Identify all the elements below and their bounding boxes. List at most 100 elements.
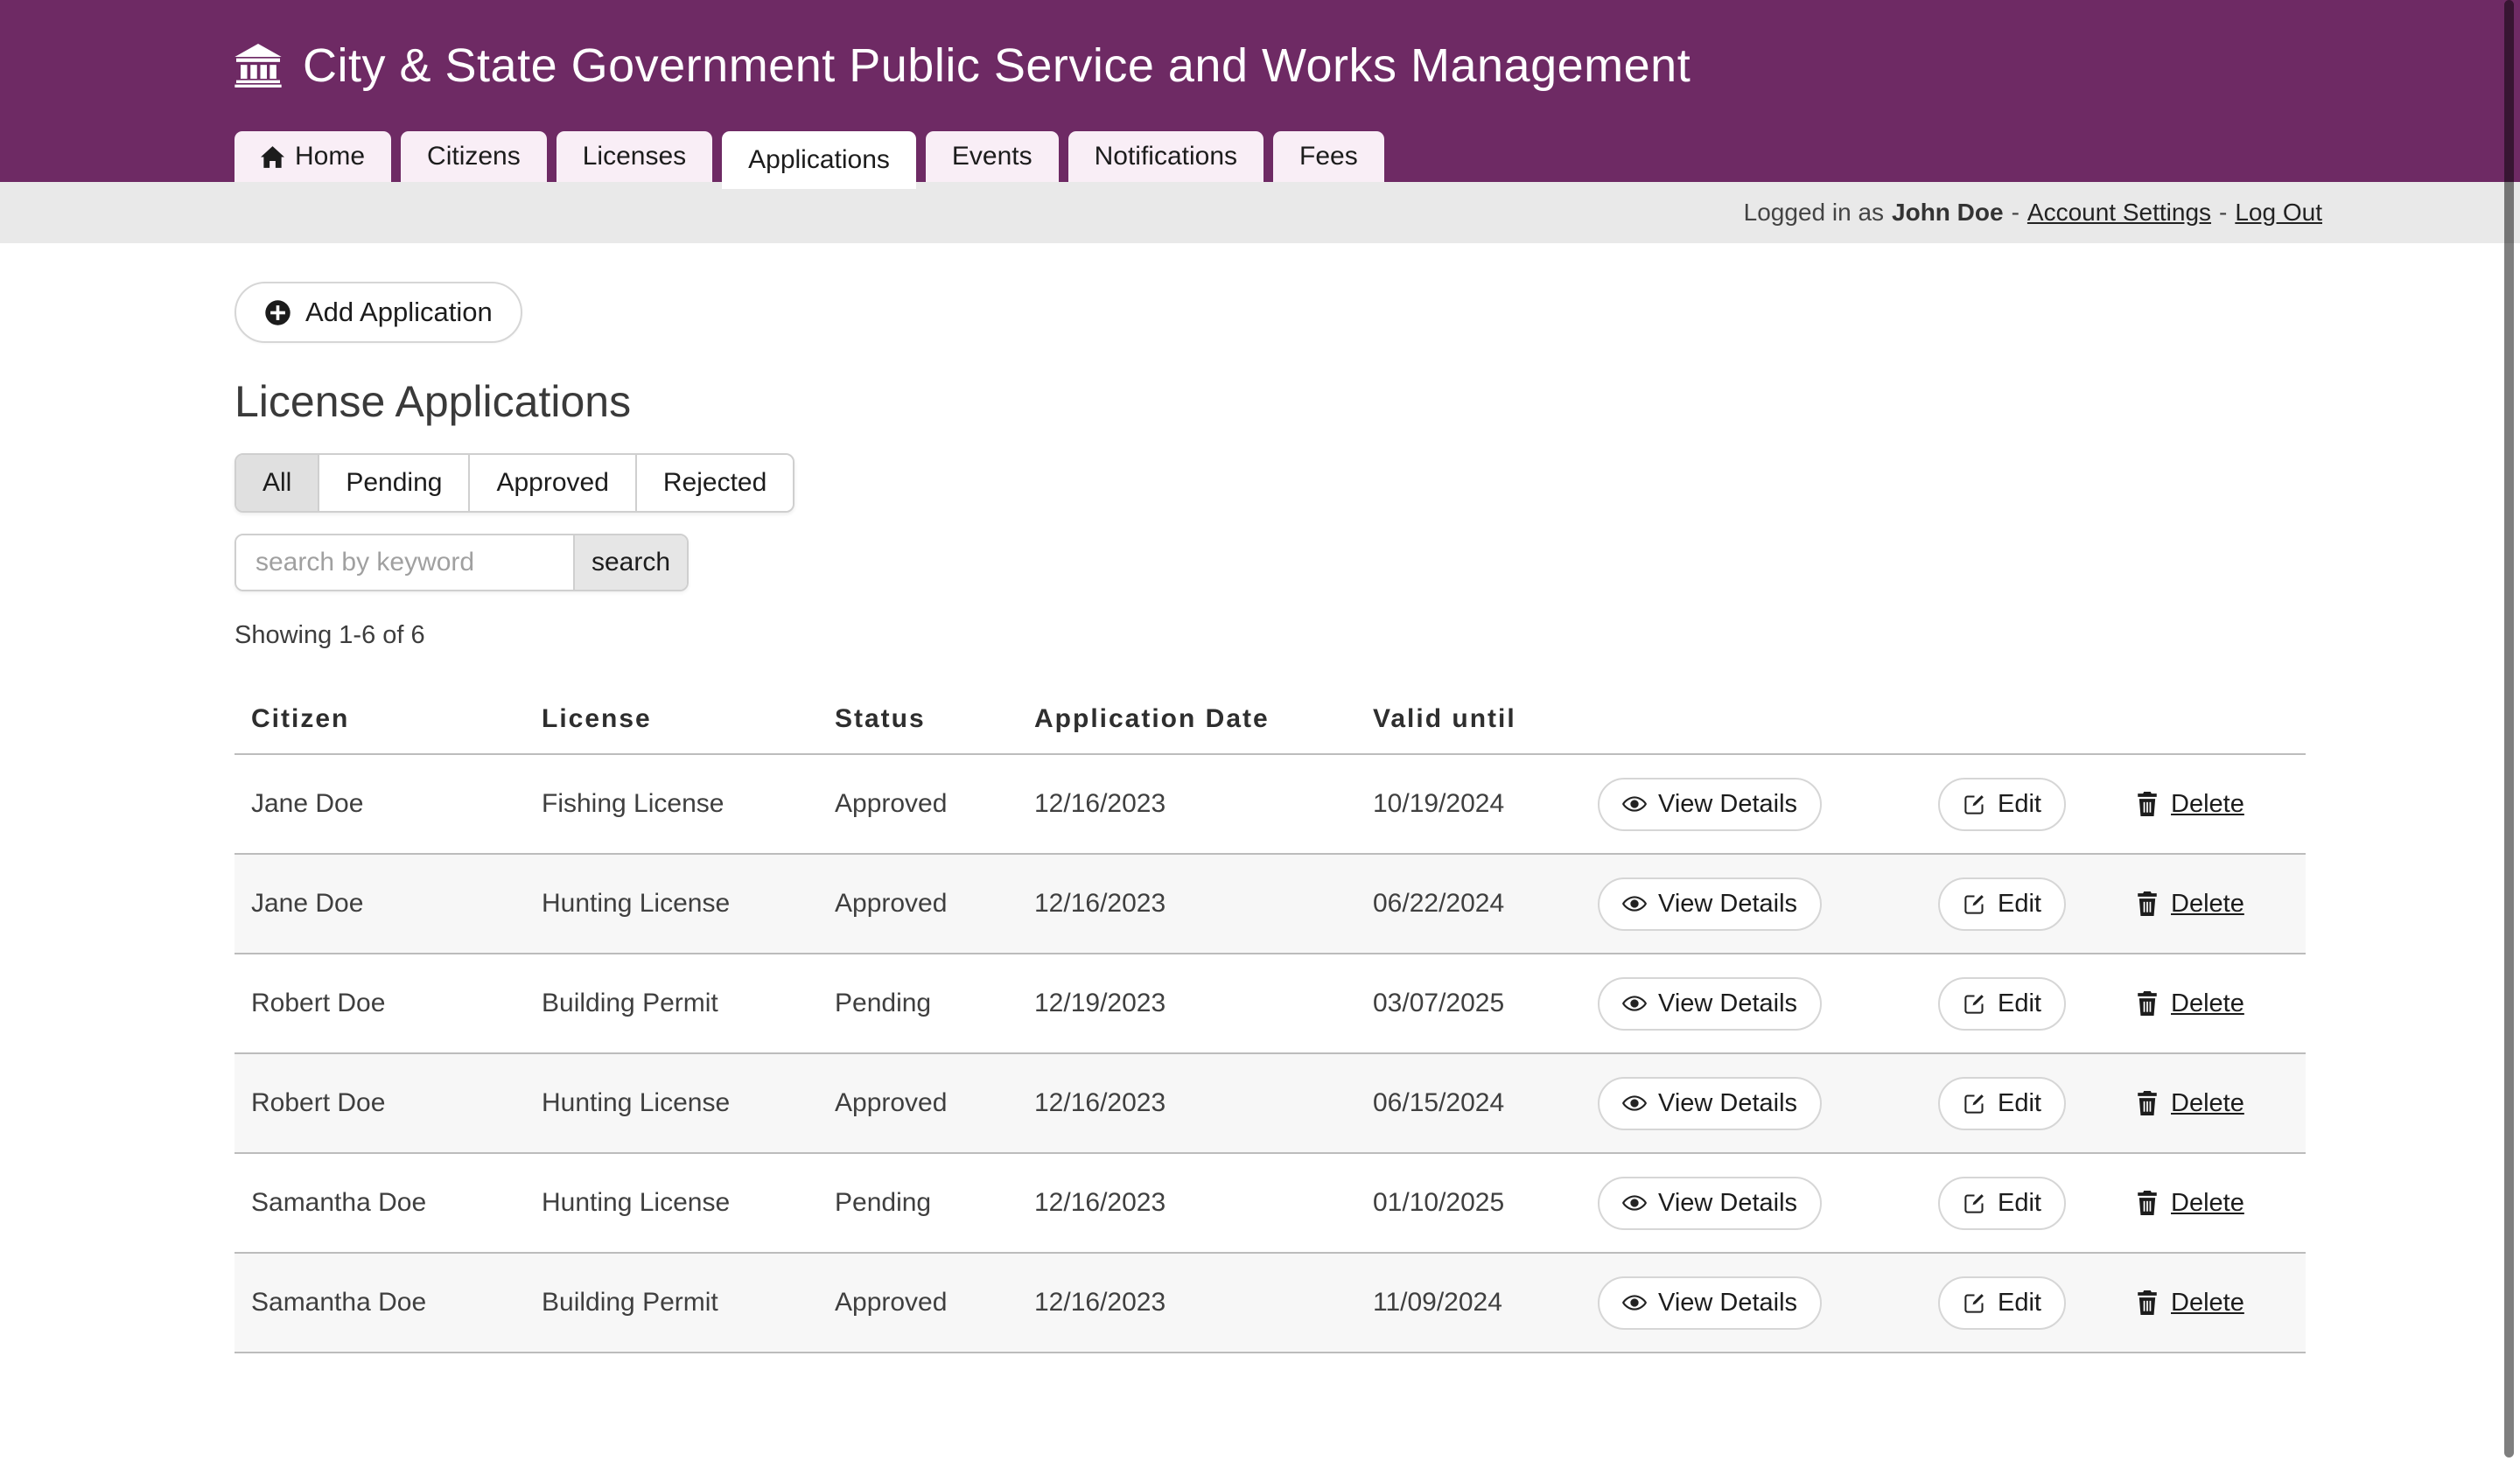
- cell-valid-until: 06/15/2024: [1356, 1088, 1581, 1118]
- cell-citizen: Robert Doe: [234, 989, 525, 1018]
- delete-link[interactable]: Delete: [2171, 1089, 2244, 1118]
- brand: City & State Government Public Service a…: [0, 0, 2520, 131]
- view-details-button[interactable]: View Details: [1598, 1276, 1822, 1330]
- cell-license: Hunting License: [525, 889, 818, 919]
- search-input[interactable]: [236, 535, 573, 590]
- cell-valid-until: 01/10/2025: [1356, 1188, 1581, 1218]
- cell-license: Building Permit: [525, 1288, 818, 1318]
- edit-icon: [1963, 1192, 1986, 1215]
- logged-in-user: John Doe: [1892, 199, 2004, 227]
- cell-citizen: Jane Doe: [234, 889, 525, 919]
- cell-valid-until: 11/09/2024: [1356, 1288, 1581, 1318]
- trash-icon: [2136, 1191, 2159, 1215]
- trash-icon: [2136, 991, 2159, 1016]
- view-details-button[interactable]: View Details: [1598, 1077, 1822, 1130]
- filter-all[interactable]: All: [236, 455, 319, 511]
- status-filter-group: All Pending Approved Rejected: [234, 453, 794, 513]
- app-header: City & State Government Public Service a…: [0, 0, 2520, 182]
- cell-license: Fishing License: [525, 789, 818, 819]
- col-header-status: Status: [818, 704, 1018, 734]
- table-row: Robert Doe Building Permit Pending 12/19…: [234, 954, 2306, 1054]
- delete-link[interactable]: Delete: [2171, 890, 2244, 919]
- search-button[interactable]: search: [573, 535, 687, 590]
- cell-license: Hunting License: [525, 1088, 818, 1118]
- view-details-button[interactable]: View Details: [1598, 778, 1822, 831]
- separator: -: [2219, 199, 2227, 227]
- cell-valid-until: 03/07/2025: [1356, 989, 1581, 1018]
- scrollbar-thumb[interactable]: [2504, 0, 2514, 1458]
- delete-link[interactable]: Delete: [2171, 1189, 2244, 1218]
- table-row: Samantha Doe Hunting License Pending 12/…: [234, 1154, 2306, 1254]
- nav-tab-home[interactable]: Home: [234, 131, 391, 182]
- cell-application-date: 12/16/2023: [1018, 789, 1356, 819]
- cell-citizen: Jane Doe: [234, 789, 525, 819]
- col-header-citizen: Citizen: [234, 704, 525, 734]
- trash-icon: [2136, 1290, 2159, 1315]
- main-navigation: Home Citizens Licenses Applications Even…: [234, 131, 1384, 182]
- table-row: Jane Doe Hunting License Approved 12/16/…: [234, 855, 2306, 954]
- nav-tab-fees[interactable]: Fees: [1273, 131, 1384, 182]
- log-out-link[interactable]: Log Out: [2235, 199, 2322, 227]
- cell-license: Hunting License: [525, 1188, 818, 1218]
- trash-icon: [2136, 1091, 2159, 1115]
- cell-application-date: 12/16/2023: [1018, 1288, 1356, 1318]
- eye-icon: [1622, 792, 1647, 816]
- add-application-button[interactable]: Add Application: [234, 282, 522, 343]
- col-header-valid-until: Valid until: [1356, 704, 1581, 734]
- nav-tab-licenses[interactable]: Licenses: [556, 131, 712, 182]
- main-content: Add Application License Applications All…: [0, 243, 2306, 1353]
- filter-approved[interactable]: Approved: [470, 455, 636, 511]
- plus-circle-icon: [264, 299, 291, 326]
- cell-status: Pending: [818, 989, 1018, 1018]
- nav-tab-events[interactable]: Events: [926, 131, 1059, 182]
- col-header-license: License: [525, 704, 818, 734]
- nav-tab-applications[interactable]: Applications: [722, 131, 916, 189]
- bank-icon: [234, 44, 282, 87]
- eye-icon: [1622, 991, 1647, 1016]
- edit-button[interactable]: Edit: [1938, 1077, 2066, 1130]
- cell-license: Building Permit: [525, 989, 818, 1018]
- nav-tab-citizens[interactable]: Citizens: [401, 131, 547, 182]
- edit-button[interactable]: Edit: [1938, 877, 2066, 931]
- view-details-button[interactable]: View Details: [1598, 877, 1822, 931]
- cell-citizen: Robert Doe: [234, 1088, 525, 1118]
- cell-valid-until: 06/22/2024: [1356, 889, 1581, 919]
- delete-link[interactable]: Delete: [2171, 1289, 2244, 1318]
- cell-citizen: Samantha Doe: [234, 1288, 525, 1318]
- cell-status: Approved: [818, 1088, 1018, 1118]
- filter-rejected[interactable]: Rejected: [637, 455, 793, 511]
- view-details-button[interactable]: View Details: [1598, 977, 1822, 1031]
- trash-icon: [2136, 891, 2159, 916]
- separator: -: [2012, 199, 2020, 227]
- edit-button[interactable]: Edit: [1938, 1276, 2066, 1330]
- cell-status: Approved: [818, 1288, 1018, 1318]
- edit-button[interactable]: Edit: [1938, 778, 2066, 831]
- table-row: Samantha Doe Building Permit Approved 12…: [234, 1254, 2306, 1353]
- edit-icon: [1963, 892, 1986, 916]
- cell-application-date: 12/16/2023: [1018, 1188, 1356, 1218]
- cell-application-date: 12/16/2023: [1018, 1088, 1356, 1118]
- edit-icon: [1963, 992, 1986, 1016]
- home-icon: [261, 146, 284, 168]
- view-details-button[interactable]: View Details: [1598, 1177, 1822, 1230]
- edit-icon: [1963, 1092, 1986, 1115]
- logged-in-prefix: Logged in as: [1744, 199, 1884, 227]
- eye-icon: [1622, 1091, 1647, 1115]
- cell-valid-until: 10/19/2024: [1356, 789, 1581, 819]
- applications-table: Citizen License Status Application Date …: [234, 685, 2306, 1353]
- eye-icon: [1622, 891, 1647, 916]
- table-header-row: Citizen License Status Application Date …: [234, 685, 2306, 755]
- edit-icon: [1963, 1291, 1986, 1315]
- cell-application-date: 12/16/2023: [1018, 889, 1356, 919]
- nav-tab-notifications[interactable]: Notifications: [1068, 131, 1264, 182]
- eye-icon: [1622, 1191, 1647, 1215]
- cell-status: Approved: [818, 889, 1018, 919]
- page-title: License Applications: [234, 376, 2306, 427]
- cell-status: Approved: [818, 789, 1018, 819]
- account-settings-link[interactable]: Account Settings: [2027, 199, 2211, 227]
- edit-button[interactable]: Edit: [1938, 977, 2066, 1031]
- delete-link[interactable]: Delete: [2171, 989, 2244, 1018]
- delete-link[interactable]: Delete: [2171, 790, 2244, 819]
- edit-button[interactable]: Edit: [1938, 1177, 2066, 1230]
- filter-pending[interactable]: Pending: [319, 455, 470, 511]
